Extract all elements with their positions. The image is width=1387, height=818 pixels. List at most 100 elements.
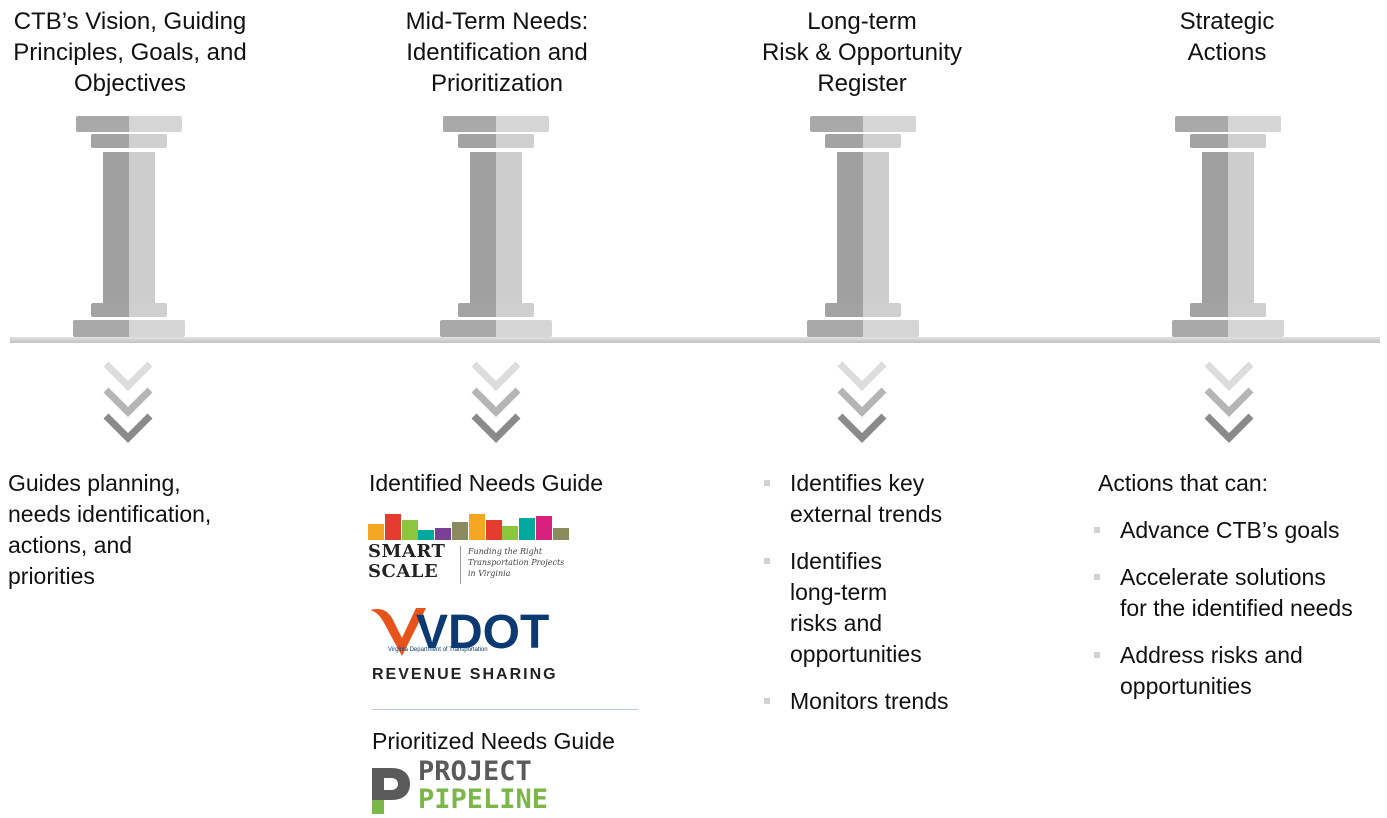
smart-scale-bar: [519, 518, 536, 540]
smart-scale-bar: [418, 530, 435, 540]
pillar-icon: [73, 116, 185, 338]
pillar-floor: [10, 337, 1380, 343]
pillar-capital-lower: [458, 134, 534, 148]
pillar-capital-lower: [1190, 134, 1266, 148]
chevron-down-icon: [471, 361, 521, 443]
pillar-capital: [1175, 116, 1281, 132]
pillar-shaft: [470, 152, 522, 304]
pillar-icon: [1172, 116, 1284, 338]
smart-scale-bar: [384, 514, 401, 540]
pillar-base: [440, 320, 552, 337]
bullet-line: risks and: [790, 610, 883, 636]
column-title-strategic-actions: Strategic Actions: [1077, 6, 1377, 68]
smart-scale-bar: [552, 528, 569, 540]
bullet-line: external trends: [790, 501, 943, 527]
revenue-sharing-label: REVENUE SHARING: [372, 666, 558, 683]
smart-scale-word: SMART: [368, 541, 446, 562]
bullet-line: Identifies: [790, 548, 883, 574]
pillar-capital: [76, 116, 182, 132]
vdot-subtitle: Virginia Department of Transportation: [388, 647, 488, 653]
project-pipeline-wordmark: PROJECT PIPELINE: [418, 758, 548, 814]
title-line: Actions: [1187, 39, 1267, 66]
pillar-capital: [443, 116, 549, 132]
bullet-line: Identifies key: [790, 470, 925, 496]
smart-scale-divider: [460, 546, 461, 584]
bullet-line: Advance CTB’s goals: [1120, 517, 1340, 543]
divider-line: [372, 709, 638, 710]
identified-needs-guide-label: Identified Needs Guide: [369, 470, 603, 496]
bullet-line: Monitors trends: [790, 688, 949, 714]
bullet-line: Accelerate solutions: [1120, 564, 1326, 590]
title-line: Principles, Goals, and: [13, 39, 247, 66]
description-line: priorities: [8, 563, 95, 589]
pillar-base-upper: [458, 303, 534, 317]
bullet-line: long-term: [790, 579, 888, 605]
bullet-item: Advance CTB’s goals: [1094, 515, 1353, 546]
project-pipeline-logo: PROJECT PIPELINE: [368, 758, 568, 818]
bullet-line: opportunities: [1120, 673, 1252, 699]
tagline-line: in Virginia: [468, 569, 511, 578]
smart-scale-tagline: Funding the Right Transportation Project…: [468, 546, 578, 579]
smart-scale-logo: SMART SCALE Funding the Right Transporta…: [368, 512, 578, 590]
vision-description: Guides planning, needs identification, a…: [8, 468, 211, 592]
bullet-line: for the identified needs: [1120, 595, 1353, 621]
pillar-icon: [807, 116, 919, 338]
title-line: Risk & Opportunity: [761, 39, 963, 66]
title-line: CTB’s Vision, Guiding: [13, 8, 247, 35]
pipeline-word: PIPELINE: [418, 784, 549, 815]
smart-scale-bar: [435, 528, 452, 540]
smart-scale-word: SCALE: [368, 561, 439, 582]
smart-scale-bar: [536, 516, 552, 540]
bullet-item: Identifies long-term risks and opportuni…: [764, 546, 949, 670]
chevron-down-icon: [837, 361, 887, 443]
bullet-item: Monitors trends: [764, 686, 949, 717]
smart-scale-bar: [401, 520, 418, 540]
tagline-line: Transportation Projects: [468, 558, 565, 567]
smart-scale-wordmark: SMART SCALE: [368, 542, 460, 582]
title-line: Prioritization: [430, 70, 564, 97]
smart-scale-bar: [452, 522, 468, 540]
pillar-shaft: [837, 152, 889, 304]
actions-intro: Actions that can:: [1098, 470, 1269, 496]
chevron-down-icon: [1204, 361, 1254, 443]
title-line: Identification and: [406, 39, 588, 66]
bullet-item: Identifies key external trends: [764, 468, 949, 530]
project-pipeline-p-icon: [372, 768, 410, 814]
pillar-base: [807, 320, 919, 337]
description-line: Guides planning,: [8, 470, 181, 496]
pillar-capital: [810, 116, 916, 132]
strategic-actions-bullets: Advance CTB’s goals Accelerate solutions…: [1094, 515, 1353, 702]
title-line: Mid-Term Needs:: [405, 8, 589, 35]
pillar-base-upper: [1190, 303, 1266, 317]
smart-scale-bar: [502, 526, 519, 540]
bullet-item: Accelerate solutions for the identified …: [1094, 562, 1353, 624]
column-title-vision: CTB’s Vision, Guiding Principles, Goals,…: [0, 6, 280, 99]
smart-scale-bars: [368, 512, 570, 540]
pillar-shaft: [1202, 152, 1254, 304]
smart-scale-bar: [468, 514, 485, 540]
vdot-revenue-sharing-logo: VDOT Virginia Department of Transportati…: [368, 604, 578, 684]
pillar-base: [73, 320, 185, 337]
smart-scale-bar: [368, 524, 384, 540]
chevron-down-icon: [103, 361, 153, 443]
title-line: Objectives: [73, 70, 187, 97]
smart-scale-bar: [485, 520, 502, 540]
column-title-mid-term-needs: Mid-Term Needs: Identification and Prior…: [347, 6, 647, 99]
pillar-icon: [440, 116, 552, 338]
bullet-line: opportunities: [790, 641, 922, 667]
description-line: needs identification,: [8, 501, 212, 527]
pillar-capital-lower: [825, 134, 901, 148]
description-line: actions, and: [8, 532, 133, 558]
tagline-line: Funding the Right: [468, 547, 543, 556]
bullet-item: Address risks and opportunities: [1094, 640, 1353, 702]
bullet-line: Address risks and: [1120, 642, 1303, 668]
pillar-base: [1172, 320, 1284, 337]
title-line: Register: [817, 70, 907, 97]
prioritized-needs-guide-label: Prioritized Needs Guide: [372, 728, 615, 754]
pillar-base-upper: [91, 303, 167, 317]
risk-register-bullets: Identifies key external trends Identifie…: [764, 468, 949, 717]
pillar-capital-lower: [91, 134, 167, 148]
pillar-base-upper: [825, 303, 901, 317]
project-word: PROJECT: [418, 756, 532, 787]
column-title-risk-register: Long-term Risk & Opportunity Register: [712, 6, 1012, 99]
